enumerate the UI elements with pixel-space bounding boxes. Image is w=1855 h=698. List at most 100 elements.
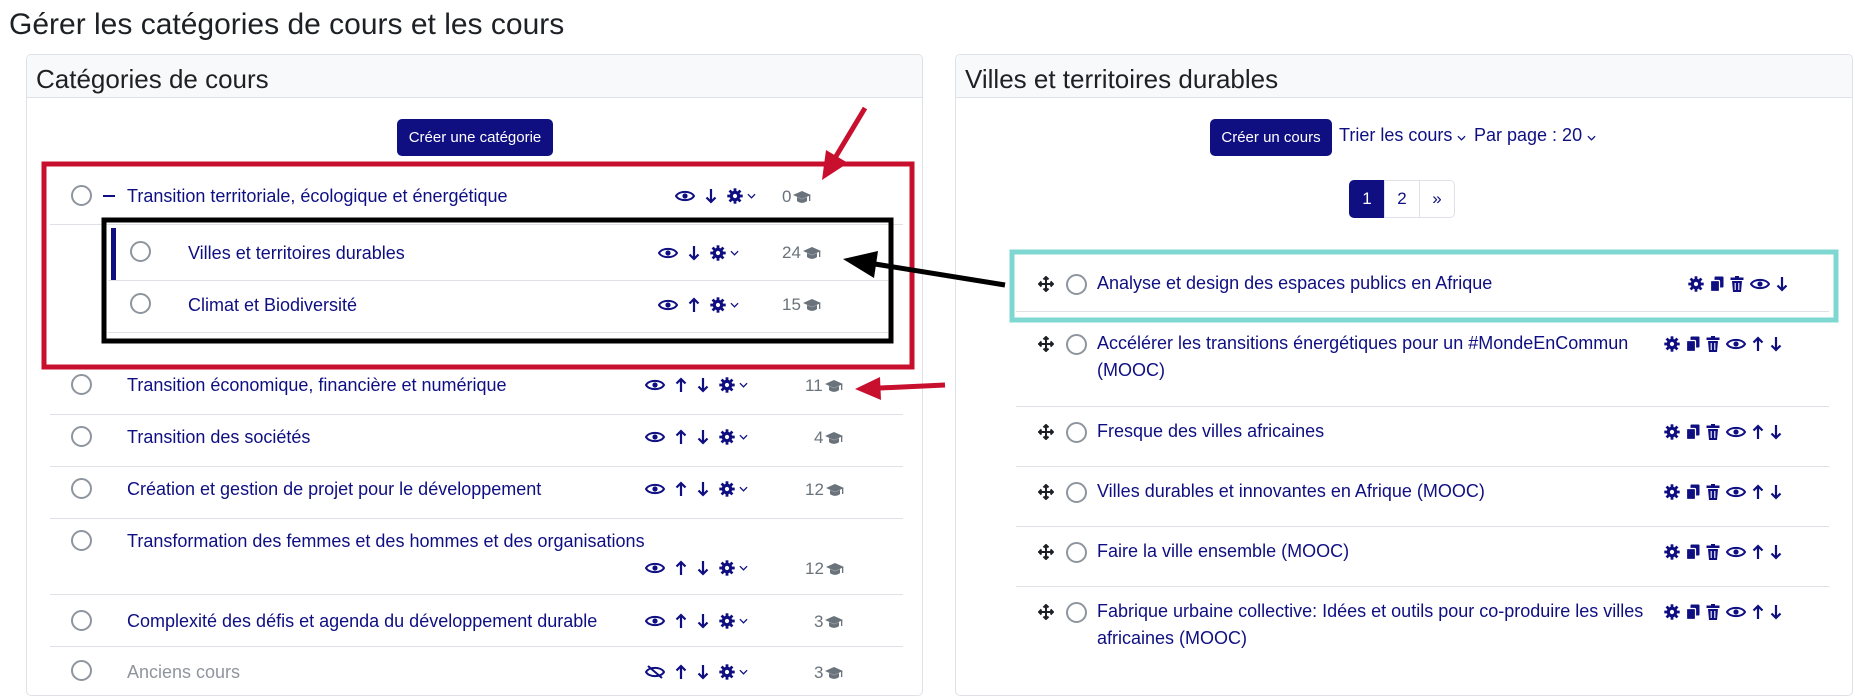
eye-icon[interactable] bbox=[645, 614, 665, 628]
eye-icon[interactable] bbox=[1726, 605, 1746, 619]
gear-icon[interactable] bbox=[1664, 544, 1680, 560]
arrow-up-icon[interactable] bbox=[675, 377, 687, 393]
settings-menu[interactable] bbox=[710, 245, 739, 261]
course-name[interactable]: Faire la ville ensemble (MOOC) bbox=[1097, 538, 1349, 565]
category-name[interactable]: Transformation des femmes et des hommes … bbox=[127, 531, 645, 552]
settings-menu[interactable] bbox=[719, 481, 748, 497]
arrow-up-icon[interactable] bbox=[675, 560, 687, 576]
trash-icon[interactable] bbox=[1706, 484, 1720, 500]
arrow-up-icon[interactable] bbox=[1752, 544, 1764, 560]
eye-icon[interactable] bbox=[658, 246, 678, 260]
arrow-up-icon[interactable] bbox=[675, 481, 687, 497]
settings-menu[interactable] bbox=[719, 429, 748, 445]
settings-menu[interactable] bbox=[727, 188, 756, 204]
copy-icon[interactable] bbox=[1686, 544, 1700, 560]
arrow-down-icon[interactable] bbox=[697, 613, 709, 629]
select-checkbox[interactable] bbox=[71, 426, 92, 447]
collapse-icon[interactable] bbox=[103, 195, 115, 197]
select-checkbox[interactable] bbox=[1066, 334, 1087, 355]
select-checkbox[interactable] bbox=[1066, 542, 1087, 563]
eye-icon[interactable] bbox=[1726, 425, 1746, 439]
page-1-link[interactable]: 1 bbox=[1349, 180, 1385, 218]
arrow-down-icon[interactable] bbox=[688, 245, 700, 261]
course-name[interactable]: Analyse et design des espaces publics en… bbox=[1097, 270, 1492, 297]
arrow-down-icon[interactable] bbox=[697, 560, 709, 576]
move-icon[interactable] bbox=[1038, 484, 1054, 500]
arrow-up-icon[interactable] bbox=[688, 297, 700, 313]
arrow-down-icon[interactable] bbox=[1770, 484, 1782, 500]
create-category-button[interactable]: Créer une catégorie bbox=[397, 119, 553, 156]
arrow-up-icon[interactable] bbox=[1752, 336, 1764, 352]
select-checkbox[interactable] bbox=[1066, 602, 1087, 623]
arrow-up-icon[interactable] bbox=[1752, 604, 1764, 620]
copy-icon[interactable] bbox=[1686, 336, 1700, 352]
gear-icon[interactable] bbox=[1664, 336, 1680, 352]
eye-icon[interactable] bbox=[1726, 485, 1746, 499]
eye-icon[interactable] bbox=[645, 430, 665, 444]
per-page-dropdown[interactable]: Par page : 20 bbox=[1474, 125, 1596, 146]
category-name[interactable]: Villes et territoires durables bbox=[188, 243, 405, 264]
copy-icon[interactable] bbox=[1686, 424, 1700, 440]
move-icon[interactable] bbox=[1038, 276, 1054, 292]
settings-menu[interactable] bbox=[719, 664, 748, 680]
copy-icon[interactable] bbox=[1686, 484, 1700, 500]
select-checkbox[interactable] bbox=[130, 241, 151, 262]
arrow-up-icon[interactable] bbox=[675, 613, 687, 629]
select-checkbox[interactable] bbox=[71, 478, 92, 499]
trash-icon[interactable] bbox=[1706, 604, 1720, 620]
settings-menu[interactable] bbox=[719, 613, 748, 629]
arrow-up-icon[interactable] bbox=[1752, 484, 1764, 500]
eye-icon[interactable] bbox=[658, 298, 678, 312]
select-checkbox[interactable] bbox=[71, 660, 92, 681]
arrow-down-icon[interactable] bbox=[1770, 336, 1782, 352]
eye-icon[interactable] bbox=[1750, 277, 1770, 291]
trash-icon[interactable] bbox=[1706, 336, 1720, 352]
gear-icon[interactable] bbox=[1664, 484, 1680, 500]
select-checkbox[interactable] bbox=[130, 293, 151, 314]
arrow-down-icon[interactable] bbox=[705, 188, 717, 204]
settings-menu[interactable] bbox=[719, 560, 748, 576]
trash-icon[interactable] bbox=[1706, 544, 1720, 560]
move-icon[interactable] bbox=[1038, 424, 1054, 440]
gear-icon[interactable] bbox=[1664, 604, 1680, 620]
select-checkbox[interactable] bbox=[1066, 422, 1087, 443]
category-name[interactable]: Transition des sociétés bbox=[127, 427, 310, 448]
category-name[interactable]: Création et gestion de projet pour le dé… bbox=[127, 479, 541, 500]
page-2-link[interactable]: 2 bbox=[1384, 180, 1420, 218]
course-name[interactable]: Villes durables et innovantes en Afrique… bbox=[1097, 478, 1485, 505]
category-name[interactable]: Transition économique, financière et num… bbox=[127, 375, 507, 396]
eye-icon[interactable] bbox=[645, 482, 665, 496]
arrow-down-icon[interactable] bbox=[1770, 604, 1782, 620]
category-name[interactable]: Anciens cours bbox=[127, 662, 240, 683]
copy-icon[interactable] bbox=[1710, 276, 1724, 292]
arrow-down-icon[interactable] bbox=[1776, 276, 1788, 292]
arrow-down-icon[interactable] bbox=[697, 429, 709, 445]
arrow-up-icon[interactable] bbox=[675, 664, 687, 680]
select-checkbox[interactable] bbox=[1066, 274, 1087, 295]
copy-icon[interactable] bbox=[1686, 604, 1700, 620]
next-page-link[interactable]: » bbox=[1419, 180, 1455, 218]
category-name[interactable]: Transition territoriale, écologique et é… bbox=[127, 186, 508, 207]
category-name[interactable]: Complexité des défis et agenda du dévelo… bbox=[127, 611, 597, 632]
gear-icon[interactable] bbox=[1688, 276, 1704, 292]
arrow-down-icon[interactable] bbox=[697, 481, 709, 497]
gear-icon[interactable] bbox=[1664, 424, 1680, 440]
eye-icon[interactable] bbox=[645, 561, 665, 575]
arrow-down-icon[interactable] bbox=[1770, 544, 1782, 560]
select-checkbox[interactable] bbox=[71, 530, 92, 551]
arrow-down-icon[interactable] bbox=[697, 664, 709, 680]
create-course-button[interactable]: Créer un cours bbox=[1210, 119, 1332, 156]
sort-courses-dropdown[interactable]: Trier les cours bbox=[1339, 125, 1466, 146]
arrow-up-icon[interactable] bbox=[1752, 424, 1764, 440]
eye-icon[interactable] bbox=[645, 378, 665, 392]
arrow-down-icon[interactable] bbox=[697, 377, 709, 393]
eye-icon[interactable] bbox=[1726, 337, 1746, 351]
settings-menu[interactable] bbox=[719, 377, 748, 393]
move-icon[interactable] bbox=[1038, 336, 1054, 352]
arrow-down-icon[interactable] bbox=[1770, 424, 1782, 440]
select-checkbox[interactable] bbox=[71, 610, 92, 631]
eye-icon[interactable] bbox=[675, 189, 695, 203]
arrow-up-icon[interactable] bbox=[675, 429, 687, 445]
select-checkbox[interactable] bbox=[71, 185, 92, 206]
category-name[interactable]: Climat et Biodiversité bbox=[188, 295, 357, 316]
